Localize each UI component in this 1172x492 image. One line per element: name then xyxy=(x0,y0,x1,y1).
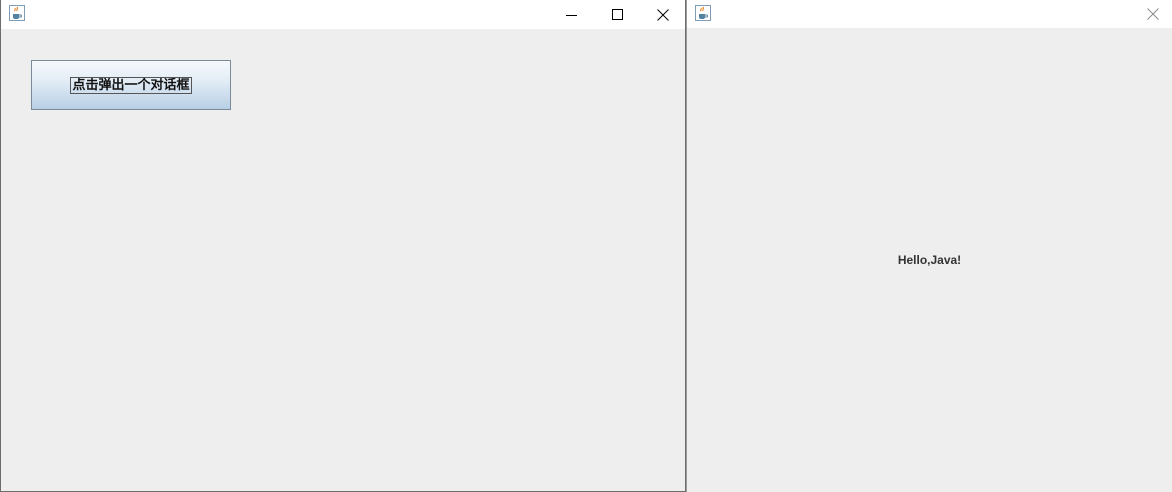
minimize-button[interactable] xyxy=(549,0,595,29)
minimize-icon xyxy=(566,14,577,16)
java-cup-icon xyxy=(695,5,711,21)
close-icon xyxy=(657,8,669,21)
dialog-close-button[interactable] xyxy=(1133,0,1172,28)
dialog-window: Hello,Java! xyxy=(686,0,1172,492)
maximize-button[interactable] xyxy=(595,0,641,29)
java-cup-icon xyxy=(9,5,25,21)
dialog-message-label: Hello,Java! xyxy=(897,253,962,267)
close-button[interactable] xyxy=(640,0,685,29)
close-icon xyxy=(1147,8,1159,20)
dialog-content-pane: Hello,Java! xyxy=(687,29,1172,492)
show-dialog-button[interactable]: 点击弹出一个对话框 xyxy=(31,60,231,110)
main-titlebar[interactable] xyxy=(1,0,685,29)
main-content-pane: 点击弹出一个对话框 xyxy=(1,30,685,491)
dialog-titlebar[interactable] xyxy=(687,0,1172,28)
main-window: 点击弹出一个对话框 xyxy=(0,0,686,492)
show-dialog-button-label: 点击弹出一个对话框 xyxy=(70,76,192,94)
maximize-icon xyxy=(612,8,623,20)
